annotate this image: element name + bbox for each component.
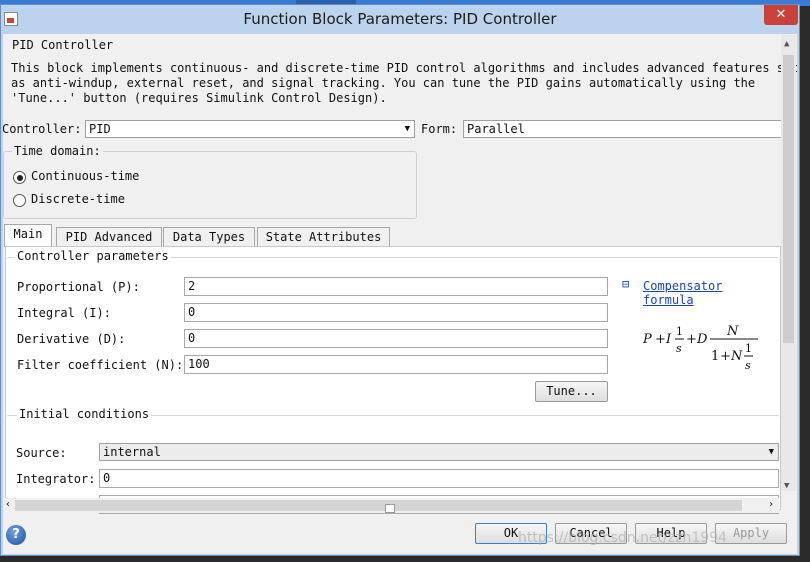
derivative-input[interactable]: 0 <box>184 329 608 348</box>
tab-main[interactable]: Main <box>4 224 52 247</box>
svg-text:N: N <box>726 324 739 339</box>
integrator-input[interactable]: 0 <box>99 469 779 488</box>
vertical-scrollbar[interactable]: ▲ ▼ <box>781 35 796 491</box>
svg-text:1: 1 <box>745 342 752 355</box>
dialog-body: PID Controller This block implements con… <box>3 34 797 519</box>
dropdown-arrow-icon: ▼ <box>404 124 410 134</box>
svg-text:1: 1 <box>711 349 719 364</box>
controller-label: Controller: <box>3 122 82 136</box>
title-bar[interactable]: Function Block Parameters: PID Controlle… <box>1 5 799 33</box>
tab-state-attributes[interactable]: State Attributes <box>257 227 390 247</box>
scroll-down-icon[interactable]: ▼ <box>784 481 789 491</box>
svg-text:P: P <box>642 332 652 347</box>
scroll-up-icon[interactable]: ▲ <box>784 39 789 49</box>
svg-text:+: + <box>655 332 666 347</box>
tab-content-panel: Controller parameters Proportional (P): … <box>5 246 781 514</box>
source-label: Source: <box>16 446 67 460</box>
tune-button[interactable]: Tune... <box>535 381 608 402</box>
scroll-left-icon[interactable]: ‹ <box>5 499 11 510</box>
scroll-right-icon[interactable]: › <box>768 499 774 510</box>
form-select[interactable]: Parallel <box>463 120 783 138</box>
compensator-formula-link[interactable]: Compensator formula <box>643 279 780 307</box>
form-select-value: Parallel <box>467 122 525 136</box>
controller-select-value: PID <box>89 122 111 136</box>
integral-input[interactable]: 0 <box>184 303 608 322</box>
tab-pid-advanced[interactable]: PID Advanced <box>56 227 162 247</box>
svg-text:N: N <box>730 349 743 364</box>
form-label: Form: <box>421 122 458 136</box>
filter-coefficient-label: Filter coefficient (N): <box>17 358 184 372</box>
vertical-scroll-thumb[interactable] <box>783 55 794 343</box>
horizontal-scroll-thumb[interactable] <box>15 500 742 513</box>
window-title: Function Block Parameters: PID Controlle… <box>243 10 557 28</box>
watermark-text: https://blog.csdn.net/zzh1994 <box>518 530 727 546</box>
dropdown-arrow-icon: ▼ <box>768 447 774 457</box>
continuous-time-radio[interactable] <box>13 171 26 184</box>
source-select-value: internal <box>103 445 161 459</box>
svg-text:1: 1 <box>676 325 683 338</box>
proportional-label: Proportional (P): <box>17 280 140 294</box>
description-box: PID Controller This block implements con… <box>5 34 797 108</box>
dialog-window: Function Block Parameters: PID Controlle… <box>0 4 800 556</box>
integral-label: Integral (I): <box>17 306 111 320</box>
derivative-label: Derivative (D): <box>17 332 126 346</box>
initial-conditions-title: Initial conditions <box>17 407 152 421</box>
time-domain-title: Time domain: <box>12 144 103 158</box>
svg-text:I: I <box>665 332 672 347</box>
close-button[interactable]: ✕ <box>764 5 798 25</box>
tab-data-types[interactable]: Data Types <box>163 227 255 247</box>
filter-coefficient-input[interactable]: 100 <box>184 355 608 374</box>
svg-text:+: + <box>686 332 697 347</box>
svg-text:+: + <box>720 349 731 364</box>
integrator-label: Integrator: <box>16 472 96 486</box>
svg-text:s: s <box>676 342 682 355</box>
controller-parameters-title: Controller parameters <box>15 249 171 263</box>
svg-text:s: s <box>745 359 751 372</box>
svg-text:D: D <box>696 332 708 347</box>
controller-select[interactable]: PID ▼ <box>85 120 415 138</box>
continuous-time-label[interactable]: Continuous-time <box>31 169 139 183</box>
time-domain-group: Time domain: Continuous-time Discrete-ti… <box>3 144 417 219</box>
pid-formula-graphic: P + I 1 s + D N 1 + N 1 s <box>642 324 758 372</box>
collapse-toggle-icon[interactable]: ⊟ <box>622 277 629 291</box>
block-name-title: PID Controller <box>12 38 114 52</box>
help-icon[interactable]: ? <box>6 525 26 545</box>
discrete-time-radio[interactable] <box>13 194 26 207</box>
discrete-time-label[interactable]: Discrete-time <box>31 192 125 206</box>
block-description: This block implements continuous- and di… <box>11 61 797 105</box>
horizontal-scrollbar[interactable]: ‹ › <box>5 498 779 513</box>
source-select[interactable]: internal ▼ <box>99 443 779 461</box>
proportional-input[interactable]: 2 <box>184 277 608 296</box>
